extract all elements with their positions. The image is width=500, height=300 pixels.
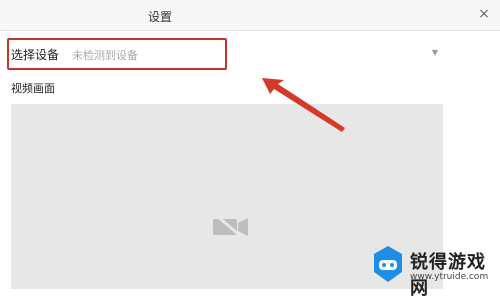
highlight-box (7, 38, 227, 70)
video-preview-label: 视频画面 (11, 82, 55, 95)
watermark-url: www.ytruide.com (410, 272, 489, 282)
window-title: 设置 (148, 10, 173, 24)
video-off-icon (213, 213, 248, 241)
gamepad-logo-icon (374, 246, 402, 282)
title-bar: 设置 × (0, 0, 500, 31)
close-icon[interactable]: × (476, 6, 492, 22)
chevron-down-icon[interactable]: ▼ (432, 48, 438, 57)
annotation-arrow (262, 78, 345, 132)
watermark: 锐得游戏网 www.ytruide.com (370, 240, 500, 299)
